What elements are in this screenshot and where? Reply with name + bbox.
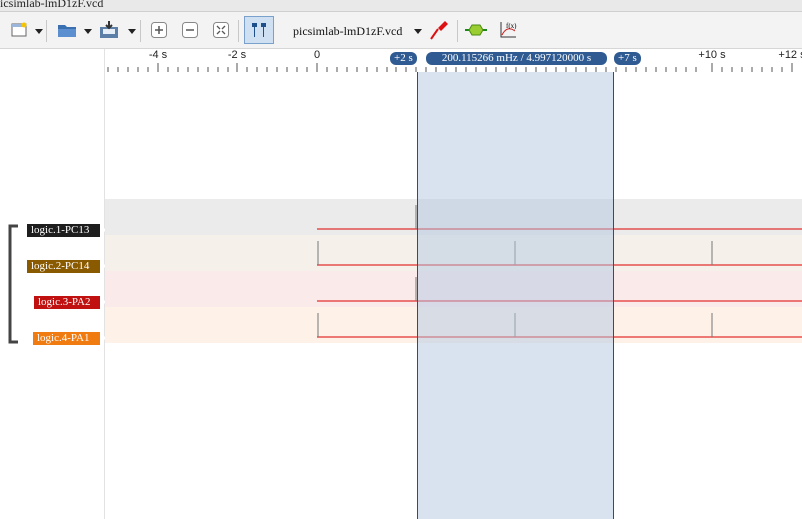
- signal-label-pc14[interactable]: logic.2-PC14: [27, 260, 106, 273]
- zoom-fit-icon[interactable]: [211, 17, 231, 43]
- math-function-icon[interactable]: f(x): [497, 17, 519, 43]
- open-folder-icon[interactable]: [55, 17, 79, 43]
- toolbar: picsimlab-lmD1zF.vcd f(x): [0, 12, 802, 49]
- separator: [140, 20, 141, 42]
- chevron-down-icon[interactable]: [35, 29, 43, 34]
- save-icon[interactable]: [97, 17, 121, 43]
- chevron-down-icon[interactable]: [128, 29, 136, 34]
- zoom-out-icon[interactable]: [180, 17, 200, 43]
- ruler-label: 0: [313, 49, 321, 61]
- decoder-icon[interactable]: [464, 17, 488, 43]
- svg-text:f(x): f(x): [506, 22, 517, 30]
- cursor-right-marker[interactable]: +7 s: [614, 52, 641, 65]
- cursor-measurement: 200.115266 mHz / 4.997120000 s: [426, 52, 607, 65]
- title-bar: picsimlab-lmD1zF.vcd: [0, 0, 802, 12]
- probe-icon[interactable]: [428, 17, 450, 43]
- file-selector[interactable]: picsimlab-lmD1zF.vcd: [293, 24, 402, 39]
- zoom-in-icon[interactable]: [149, 17, 169, 43]
- separator: [46, 20, 47, 42]
- cursor-markers-icon[interactable]: [244, 16, 274, 44]
- ruler-label: +12 s: [778, 49, 802, 61]
- signal-label-pa2[interactable]: logic.3-PA2: [34, 296, 106, 309]
- window-title: picsimlab-lmD1zF.vcd: [0, 0, 104, 10]
- group-bracket: [8, 224, 18, 344]
- cursor-selection-region[interactable]: [417, 72, 614, 519]
- cursor-left-marker[interactable]: +2 s: [390, 52, 417, 65]
- signal-names-panel: logic.1-PC13 logic.2-PC14 logic.3-PA2 lo…: [0, 49, 106, 519]
- ruler-label: -2 s: [227, 49, 247, 61]
- separator: [457, 20, 458, 42]
- separator: [238, 20, 239, 42]
- ruler-label: +10 s: [698, 49, 726, 61]
- new-file-icon[interactable]: [8, 17, 30, 43]
- signal-label-pa1[interactable]: logic.4-PA1: [33, 332, 106, 345]
- chevron-down-icon[interactable]: [84, 29, 92, 34]
- ruler-label: -4 s: [148, 49, 168, 61]
- signal-label-pc13[interactable]: logic.1-PC13: [27, 224, 106, 237]
- chevron-down-icon[interactable]: [414, 29, 422, 34]
